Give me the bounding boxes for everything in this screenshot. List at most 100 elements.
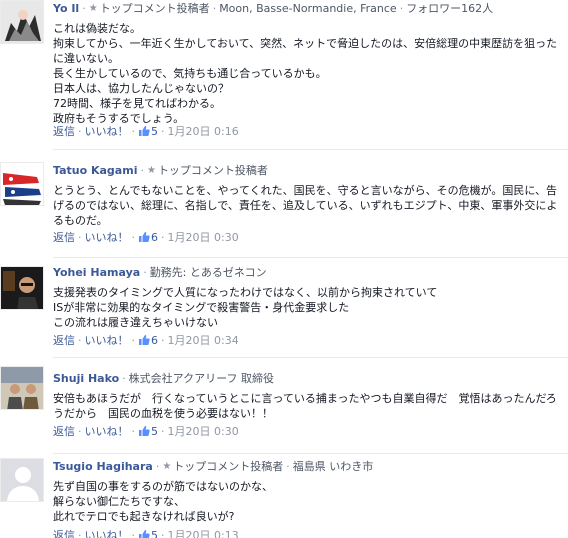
- avatar-image-icon: [1, 163, 43, 205]
- like-count: 5: [151, 425, 158, 438]
- comment-header: Tatuo Kagami · ★ トップコメント投稿者: [53, 162, 568, 180]
- comment-content: Yohei Hamaya · 勤務先: とあるゼネコン 支援発表のタイミングで人質に…: [53, 258, 568, 358]
- badge-label: トップコメント投稿者: [99, 2, 210, 15]
- star-icon: ★: [162, 461, 172, 472]
- like-count-link[interactable]: 5: [138, 425, 158, 438]
- reply-button[interactable]: 返信: [53, 231, 75, 244]
- avatar[interactable]: [0, 366, 44, 410]
- comment-text: これは偽装だな。 拘束してから、一年近く生かしておいて、突然、ネットで脅迫したの…: [53, 22, 558, 125]
- comment-list: Yo Il · ★ トップコメント投稿者 · Moon, Basse-Normandie,…: [0, 0, 568, 538]
- separator: ·: [161, 334, 165, 347]
- like-count-link[interactable]: 5: [138, 125, 158, 138]
- comment-header: Yohei Hamaya · 勤務先: とあるゼネコン: [53, 264, 568, 282]
- author-name[interactable]: Yo Il: [53, 2, 79, 15]
- author-meta: 株式会社アクアリーフ 取締役: [128, 372, 274, 385]
- separator: ·: [161, 529, 165, 538]
- author-name[interactable]: Tatuo Kagami: [53, 164, 137, 177]
- badge-label: トップコメント投稿者: [157, 164, 268, 177]
- author-name[interactable]: Tsugio Hagihara: [53, 460, 153, 473]
- like-button[interactable]: いいね！: [85, 125, 129, 138]
- like-button[interactable]: いいね！: [85, 334, 129, 347]
- separator: ·: [161, 125, 165, 138]
- like-count-link[interactable]: 5: [138, 529, 158, 538]
- reply-button[interactable]: 返信: [53, 334, 75, 347]
- comment-text: とうとう、とんでもないことを、やってくれた、国民を、守ると言いながら、その危機が…: [53, 184, 558, 227]
- timestamp[interactable]: 1月20日 0:30: [168, 231, 239, 244]
- comment-content: Tatuo Kagami · ★ トップコメント投稿者 とうとう、とんでもないことを、…: [53, 150, 568, 258]
- avatar[interactable]: [0, 266, 44, 310]
- separator: ·: [122, 372, 126, 385]
- timestamp[interactable]: 1月20日 0:13: [168, 529, 239, 538]
- reply-button[interactable]: 返信: [53, 529, 75, 538]
- avatar-image-icon: [1, 1, 43, 43]
- like-count: 5: [151, 125, 158, 138]
- separator: ·: [161, 425, 165, 438]
- comment-actions: 返信 · いいね！ · 5 · 1月20日 0:16: [53, 124, 239, 139]
- timestamp[interactable]: 1月20日 0:16: [168, 125, 239, 138]
- comment-header: Yo Il · ★ トップコメント投稿者 · Moon, Basse-Normandie,…: [53, 0, 568, 18]
- star-icon: ★: [88, 3, 98, 14]
- separator: ·: [78, 529, 82, 538]
- timestamp[interactable]: 1月20日 0:34: [168, 334, 239, 347]
- like-count-link[interactable]: 6: [138, 334, 158, 347]
- separator: ·: [78, 125, 82, 138]
- comment-text: 支援発表のタイミングで人質になったわけではなく、以前から拘束されていて ISが非…: [53, 286, 438, 329]
- author-name[interactable]: Yohei Hamaya: [53, 266, 140, 279]
- thumbs-up-icon: [139, 126, 150, 136]
- separator: ·: [286, 460, 290, 473]
- comment-actions: 返信 · いいね！ · 6 · 1月20日 0:34: [53, 333, 239, 348]
- comment-item: Yohei Hamaya · 勤務先: とあるゼネコン 支援発表のタイミングで人質に…: [0, 258, 568, 358]
- like-button[interactable]: いいね！: [85, 231, 129, 244]
- author-meta: 勤務先: とあるゼネコン: [149, 266, 267, 279]
- author-name[interactable]: Shuji Hako: [53, 372, 119, 385]
- author-meta: Moon, Basse-Normandie, France: [219, 2, 397, 15]
- thumbs-up-icon: [139, 335, 150, 345]
- separator: ·: [143, 266, 147, 279]
- top-commenter-badge: ★ トップコメント投稿者: [162, 460, 283, 473]
- like-button[interactable]: いいね！: [85, 425, 129, 438]
- separator: ·: [78, 334, 82, 347]
- like-count-link[interactable]: 6: [138, 231, 158, 244]
- thumbs-up-icon: [139, 426, 150, 436]
- avatar-image-icon: [1, 367, 43, 409]
- separator: ·: [82, 2, 86, 15]
- top-commenter-badge: ★ トップコメント投稿者: [89, 2, 210, 15]
- comment-actions: 返信 · いいね！ · 5 · 1月20日 0:30: [53, 424, 239, 439]
- like-button[interactable]: いいね！: [85, 529, 129, 538]
- comment-actions: 返信 · いいね！ · 5 · 1月20日 0:13: [53, 528, 239, 538]
- comment-text: 先ず自国の事をするのが筋ではないのかな、 解らない御仁たちですな、 此れでテロで…: [53, 480, 273, 523]
- comment-content: Yo Il · ★ トップコメント投稿者 · Moon, Basse-Normandie,…: [53, 0, 568, 150]
- separator: ·: [131, 334, 136, 347]
- avatar[interactable]: [0, 162, 44, 206]
- separator: ·: [78, 231, 82, 244]
- like-count: 5: [151, 529, 158, 538]
- default-avatar-icon: [1, 459, 43, 501]
- like-count: 6: [151, 334, 158, 347]
- separator: ·: [78, 425, 82, 438]
- separator: ·: [131, 125, 136, 138]
- separator: ·: [155, 460, 160, 473]
- comment-content: Tsugio Hagihara · ★ トップコメント投稿者 · 福島県 いわき市 先ず自…: [53, 454, 568, 538]
- avatar[interactable]: [0, 0, 44, 44]
- avatar-image-icon: [1, 267, 43, 309]
- thumbs-up-icon: [139, 530, 150, 538]
- author-meta: フォロワー162人: [406, 2, 494, 15]
- separator: ·: [212, 2, 217, 15]
- avatar[interactable]: [0, 458, 44, 502]
- comment-item: Yo Il · ★ トップコメント投稿者 · Moon, Basse-Normandie,…: [0, 0, 568, 150]
- comment-header: Shuji Hako · 株式会社アクアリーフ 取締役: [53, 370, 568, 388]
- badge-label: トップコメント投稿者: [173, 460, 284, 473]
- comment-item: Tsugio Hagihara · ★ トップコメント投稿者 · 福島県 いわき市 先ず自…: [0, 454, 568, 538]
- reply-button[interactable]: 返信: [53, 425, 75, 438]
- timestamp[interactable]: 1月20日 0:30: [168, 425, 239, 438]
- comment-item: Shuji Hako · 株式会社アクアリーフ 取締役 安倍もあほうだが 行くなって…: [0, 358, 568, 454]
- separator: ·: [131, 529, 136, 538]
- separator: ·: [140, 164, 144, 177]
- author-meta: 福島県 いわき市: [292, 460, 374, 473]
- comment-header: Tsugio Hagihara · ★ トップコメント投稿者 · 福島県 いわき市: [53, 458, 568, 476]
- comment-actions: 返信 · いいね！ · 6 · 1月20日 0:30: [53, 230, 239, 245]
- reply-button[interactable]: 返信: [53, 125, 75, 138]
- thumbs-up-icon: [139, 232, 150, 242]
- separator: ·: [399, 2, 404, 15]
- separator: ·: [131, 231, 136, 244]
